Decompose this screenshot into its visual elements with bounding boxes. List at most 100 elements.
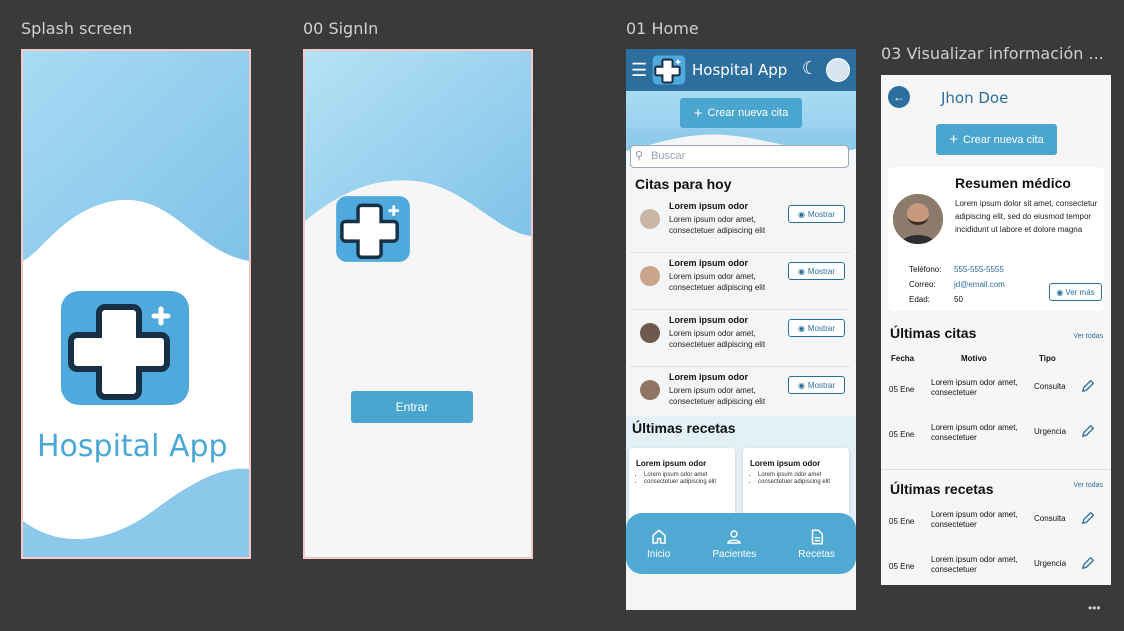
back-arrow-icon[interactable]: ← <box>888 86 910 108</box>
row-reason: Lorem ipsum odor amet, consectetuer <box>931 423 1018 442</box>
appointment-desc: Lorem ipsum odor amet, consectetuer adip… <box>669 272 766 292</box>
see-more-label: Ver más <box>1065 287 1095 297</box>
frame-label-home: 01 Home <box>626 19 699 38</box>
recipe-title: Lorem ipsum odor <box>750 459 821 468</box>
bottom-nav: Inicio Pacientes Recetas <box>626 513 856 574</box>
row-date: 05 Ene <box>889 430 915 439</box>
plus-icon: + <box>949 131 959 148</box>
eye-icon: ◉ <box>1056 287 1064 297</box>
app-header: ☰ Hospital App ☾ <box>626 49 856 91</box>
age-label: Edad: <box>909 295 930 304</box>
home-screen: ☰ Hospital App ☾ + Crear nueva cita ⚲ Bu… <box>626 49 856 610</box>
avatar[interactable] <box>826 58 850 82</box>
recipe-title: Lorem ipsum odor <box>636 459 707 468</box>
eye-icon: ◉ <box>797 323 805 333</box>
logo-icon <box>652 55 686 85</box>
row-type: Urgencia <box>1034 427 1067 436</box>
list-item[interactable]: Lorem ipsum odor Lorem ipsum odor amet, … <box>630 197 850 253</box>
more-options-icon[interactable]: ••• <box>1088 601 1101 615</box>
row-type: Consulta <box>1034 382 1066 391</box>
frame-label-visual: 03 Visualizar información ... <box>881 44 1104 63</box>
row-reason: Lorem ipsum odor amet, consectetuer <box>931 378 1018 397</box>
search-icon: ⚲ <box>635 150 644 162</box>
patient-photo <box>893 194 943 244</box>
divider <box>881 469 1111 470</box>
home-icon <box>651 529 666 544</box>
row-date: 05 Ene <box>889 562 915 571</box>
patient-detail-screen: ← Jhon Doe + Crear nueva cita Resumen mé… <box>881 75 1111 585</box>
app-logo-icon <box>336 196 410 262</box>
patient-name: Jhon Doe <box>941 89 1009 107</box>
appointment-name: Lorem ipsum odor <box>669 315 749 325</box>
header-reason: Motivo <box>961 354 987 363</box>
enter-button[interactable]: Entrar <box>351 391 473 423</box>
new-appointment-label: Crear nueva cita <box>963 133 1044 146</box>
row-type: Consulta <box>1034 514 1066 523</box>
search-input[interactable]: ⚲ Buscar <box>630 145 849 168</box>
nav-label-patients: Pacientes <box>712 548 757 560</box>
moon-icon[interactable]: ☾ <box>802 58 818 79</box>
menu-icon[interactable]: ☰ <box>631 60 649 81</box>
list-item[interactable]: Lorem ipsum odor Lorem ipsum odor amet, … <box>630 254 850 310</box>
see-more-button[interactable]: ◉ Ver más <box>1049 283 1102 301</box>
avatar <box>893 194 943 244</box>
show-button[interactable]: ◉ Mostrar <box>788 205 845 223</box>
avatar <box>640 209 660 229</box>
eye-icon: ◉ <box>797 266 805 276</box>
today-title: Citas para hoy <box>635 176 732 192</box>
see-all-recipes-link[interactable]: Ver todas <box>1073 482 1103 489</box>
phone-value[interactable]: 555-555-5555 <box>954 265 1004 274</box>
pencil-icon[interactable] <box>1080 510 1096 526</box>
frame-label-signin: 00 SignIn <box>303 19 379 38</box>
search-placeholder: Buscar <box>651 150 686 162</box>
nav-item-recipes[interactable]: Recetas <box>798 528 835 560</box>
header-date: Fecha <box>891 354 915 363</box>
recipe-item: Lorem ipsum odor amet <box>758 472 842 479</box>
row-reason: Lorem ipsum odor amet, consectetuer <box>931 510 1018 529</box>
pencil-icon[interactable] <box>1080 555 1096 571</box>
row-reason: Lorem ipsum odor amet, consectetuer <box>931 555 1018 574</box>
email-value[interactable]: jd@email.com <box>954 280 1005 289</box>
table-row: 05 Ene Lorem ipsum odor amet, consectetu… <box>881 370 1111 414</box>
signin-screen: Entrar <box>303 49 533 559</box>
new-appointment-button[interactable]: + Crear nueva cita <box>936 124 1057 155</box>
list-item[interactable]: Lorem ipsum odor Lorem ipsum odor amet, … <box>630 311 850 367</box>
new-appointment-button[interactable]: + Crear nueva cita <box>680 98 802 128</box>
row-date: 05 Ene <box>889 385 915 394</box>
pencil-icon[interactable] <box>1080 423 1096 439</box>
recipes-title: Últimas recetas <box>632 420 736 436</box>
pencil-icon[interactable] <box>1080 378 1096 394</box>
plus-icon: + <box>693 104 703 122</box>
top-wave <box>23 51 249 261</box>
avatar <box>640 380 660 400</box>
row-date: 05 Ene <box>889 517 915 526</box>
phone-label: Teléfono: <box>909 265 942 274</box>
frame-label-splash: Splash screen <box>21 19 133 38</box>
appointment-desc: Lorem ipsum odor amet, consectetuer adip… <box>669 386 766 406</box>
see-all-appointments-link[interactable]: Ver todas <box>1073 333 1103 340</box>
appointment-name: Lorem ipsum odor <box>669 258 749 268</box>
summary-title: Resumen médico <box>955 175 1071 191</box>
show-button[interactable]: ◉ Mostrar <box>788 319 845 337</box>
avatar <box>640 323 660 343</box>
email-label: Correo: <box>909 280 936 289</box>
appointment-name: Lorem ipsum odor <box>669 201 749 211</box>
eye-icon: ◉ <box>797 209 805 219</box>
document-icon <box>811 529 823 544</box>
show-label: Mostrar <box>807 380 836 390</box>
recipe-item: Lorem ipsum odor amet <box>644 472 728 479</box>
recipe-item: consectetuer adipiscing elit <box>758 479 842 486</box>
splash-screen: Hospital App <box>21 49 251 559</box>
appointment-desc: Lorem ipsum odor amet, consectetuer adip… <box>669 329 766 349</box>
show-button[interactable]: ◉ Mostrar <box>788 376 845 394</box>
header-type: Tipo <box>1039 354 1056 363</box>
nav-item-home[interactable]: Inicio <box>647 528 670 560</box>
new-appointment-label: Crear nueva cita <box>707 107 789 119</box>
nav-item-patients[interactable]: Pacientes <box>712 528 756 560</box>
app-title: Hospital App <box>37 429 228 464</box>
nav-label-recipes: Recetas <box>798 548 835 560</box>
table-row: 05 Ene Lorem ipsum odor amet, consectetu… <box>881 415 1111 459</box>
age-value: 50 <box>954 295 963 304</box>
show-button[interactable]: ◉ Mostrar <box>788 262 845 280</box>
avatar <box>640 266 660 286</box>
